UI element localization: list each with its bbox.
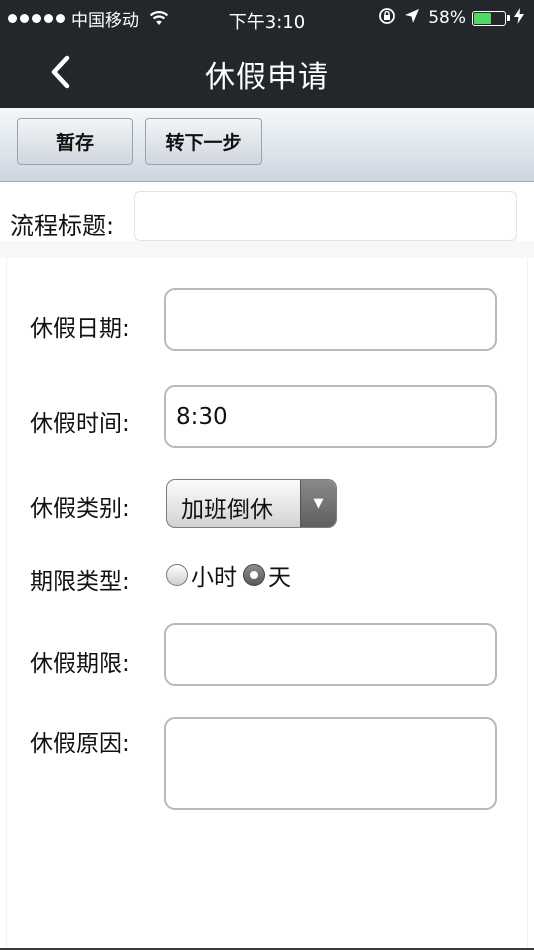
form-panel: [6, 258, 528, 950]
leave-date-label: 休假日期:: [30, 316, 130, 342]
next-step-button[interactable]: 转下一步: [145, 118, 262, 165]
leave-time-input[interactable]: [164, 385, 497, 448]
battery-level: [474, 12, 491, 24]
section-divider: [0, 241, 534, 258]
radio-day[interactable]: [243, 564, 265, 586]
location-arrow-icon: [404, 8, 420, 29]
leave-time-label: 休假时间:: [30, 411, 130, 437]
duration-type-label: 期限类型:: [30, 569, 130, 595]
leave-date-input[interactable]: [164, 288, 497, 351]
leave-reason-label: 休假原因:: [30, 731, 130, 757]
leave-type-select[interactable]: 加班倒休 ▼: [166, 479, 337, 528]
leave-duration-label: 休假期限:: [30, 651, 130, 677]
leave-type-label: 休假类别:: [30, 496, 130, 522]
flow-title-label: 流程标题:: [10, 212, 115, 240]
battery-tip: [507, 15, 510, 21]
flow-title-input[interactable]: [134, 191, 517, 241]
save-draft-button[interactable]: 暂存: [17, 118, 133, 165]
radio-hour-label[interactable]: 小时: [191, 558, 237, 592]
status-right: 58%: [378, 7, 524, 29]
dropdown-arrow-icon: ▼: [300, 480, 336, 527]
status-bar: 中国移动 下午3:10 58%: [0, 0, 534, 36]
toolbar: 暂存 转下一步: [0, 108, 534, 182]
orientation-lock-icon: [378, 7, 396, 30]
radio-day-label[interactable]: 天: [268, 558, 291, 592]
page-title: 休假申请: [205, 60, 329, 95]
nav-bar: 休假申请: [0, 36, 534, 108]
app-screen: 中国移动 下午3:10 58% 休假申请 暂存 转下一步 流程标题: 休假日期:…: [0, 0, 534, 950]
leave-duration-input[interactable]: [164, 623, 497, 686]
duration-type-radio-group: 小时 天: [166, 558, 297, 592]
leave-reason-textarea[interactable]: [164, 717, 497, 810]
radio-hour[interactable]: [166, 564, 188, 586]
battery-icon: [472, 10, 506, 26]
charging-bolt-icon: [514, 7, 524, 29]
leave-type-selected: 加班倒休: [181, 497, 273, 523]
battery-percent: 58%: [428, 8, 466, 28]
